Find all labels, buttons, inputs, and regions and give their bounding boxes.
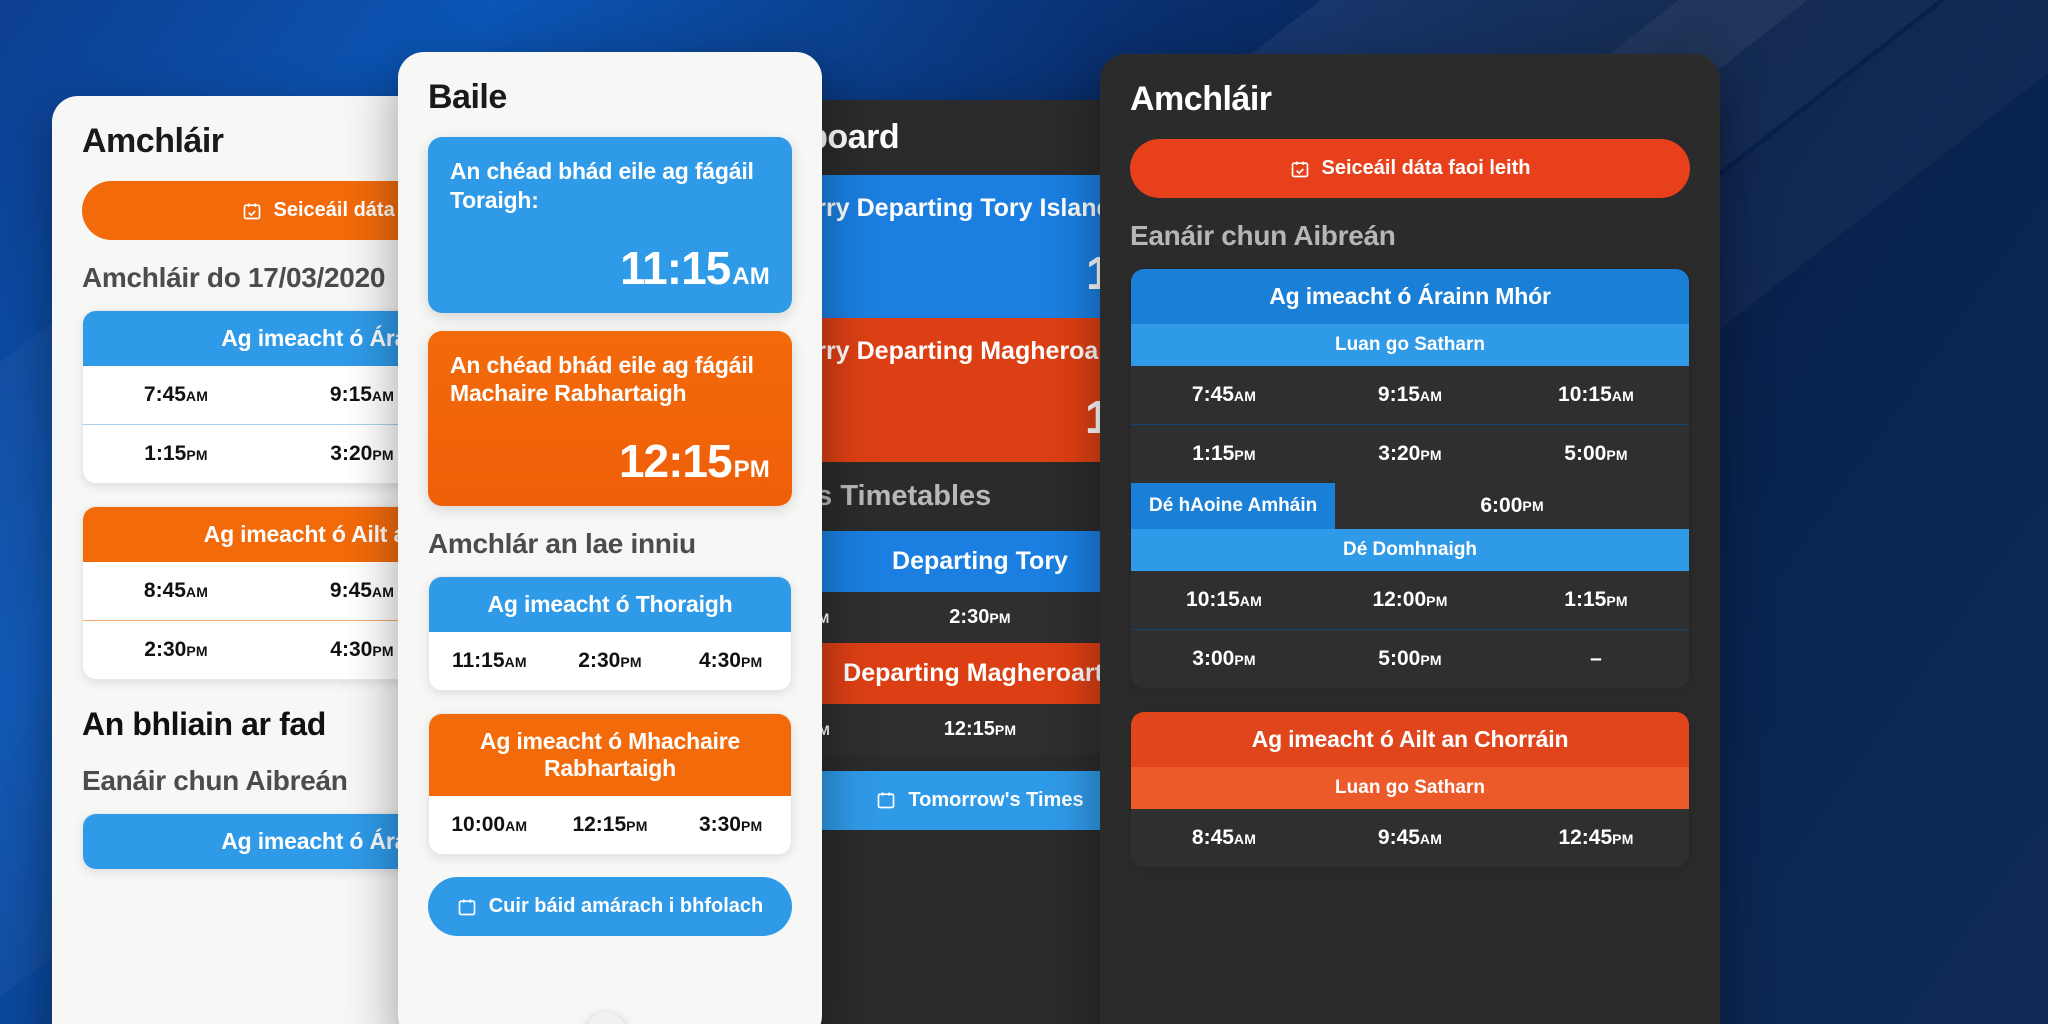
time-cell: 11:15AM bbox=[451, 649, 527, 672]
route-group: Ag imeacht ó Árainn Mhór Luan go Satharn… bbox=[1130, 268, 1690, 689]
time-cell: 2:30PM bbox=[949, 605, 1011, 628]
table-row: 7:45AM 9:15AM 10:15AM bbox=[1131, 366, 1689, 424]
time-cell: 2:30PM bbox=[144, 638, 208, 661]
route-group: Ag imeacht ó Ailt an Chorráin Luan go Sa… bbox=[1130, 711, 1690, 868]
time-cell: 3:00PM bbox=[1192, 647, 1256, 670]
time-cell: 12:15PM bbox=[572, 813, 648, 836]
time-cell: 10:15AM bbox=[1558, 383, 1634, 406]
friday-only-time: 6:00 PM bbox=[1335, 483, 1689, 529]
table-row: 3:00PM 5:00PM – bbox=[1131, 629, 1689, 688]
dark-timetable-card: Amchláir Seiceáil dáta faoi leith Eanáir… bbox=[1100, 54, 1720, 1024]
time-cell: 9:15AM bbox=[1377, 383, 1443, 406]
route-subheader-weekday: Luan go Satharn bbox=[1131, 324, 1689, 366]
next-boat-magheroarty-tile: An chéad bhád eile ag fágáil Machaire Ra… bbox=[428, 330, 792, 506]
time-cell: 7:45AM bbox=[143, 383, 209, 406]
dark-timetable-subtitle: Eanáir chun Aibreán bbox=[1130, 220, 1396, 251]
time-cell: 4:30PM bbox=[698, 649, 763, 672]
hide-tomorrow-boats-label: Cuir báid amárach i bhfolach bbox=[488, 895, 764, 917]
friday-only-label: Dé hAoine Amháin bbox=[1131, 483, 1336, 529]
route-group: Ag imeacht ó Thoraigh 11:15AM 2:30PM 4:3… bbox=[428, 576, 792, 691]
time-cell: 8:45AM bbox=[1191, 826, 1257, 849]
next-boat-magheroarty-label: An chéad bhád eile ag fágáil Machaire Ra… bbox=[450, 351, 754, 407]
calendar-check-icon bbox=[242, 201, 262, 221]
today-timetable-heading: Amchlár an lae inniu bbox=[428, 528, 696, 559]
table-row: 10:00AM 12:15PM 3:30PM bbox=[429, 796, 791, 854]
dark-page-title: Amchláir bbox=[1130, 80, 1272, 118]
dark-check-specific-date-button[interactable]: Seiceáil dáta faoi leith bbox=[1130, 139, 1690, 198]
time-cell: 5:00PM bbox=[1378, 647, 1442, 670]
route-subheader-sunday: Dé Domhnaigh bbox=[1131, 529, 1689, 571]
tomorrows-times-label: Tomorrow's Times bbox=[908, 788, 1084, 811]
time-cell: 7:45AM bbox=[1191, 383, 1257, 406]
time-cell: 12:00PM bbox=[1372, 588, 1448, 611]
time-cell: 2:30PM bbox=[578, 649, 642, 672]
time-cell: 9:45AM bbox=[1377, 826, 1443, 849]
table-row: 10:15AM 12:00PM 1:15PM bbox=[1131, 571, 1689, 629]
time-cell: 1:15PM bbox=[144, 442, 208, 465]
route-subheader-weekday: Luan go Satharn bbox=[1131, 767, 1689, 809]
time-cell: 12:45PM bbox=[1558, 826, 1634, 849]
time-cell: 1:15PM bbox=[1564, 588, 1628, 611]
route-header: Ag imeacht ó Mhachaire Rabhartaigh bbox=[429, 714, 791, 796]
next-boat-tory-label: An chéad bhád eile ag fágáil Toraigh: bbox=[450, 158, 754, 213]
next-boat-magheroarty-time: 12:15PM bbox=[618, 435, 770, 487]
time-cell: 3:20PM bbox=[1378, 442, 1442, 465]
time-cell: – bbox=[1590, 647, 1602, 670]
time-cell: 8:45AM bbox=[143, 579, 209, 602]
table-row-friday-only: Dé hAoine Amháin 6:00 PM bbox=[1131, 483, 1689, 529]
app-screenshot: Amchláir Seiceáil dáta faoi leith Amchlá… bbox=[0, 0, 2048, 1024]
time-cell: 10:00AM bbox=[451, 813, 528, 836]
calendar-check-icon bbox=[1290, 159, 1310, 179]
baile-card: Baile An chéad bhád eile ag fágáil Torai… bbox=[398, 52, 822, 1024]
baile-title: Baile bbox=[428, 78, 507, 116]
calendar-icon bbox=[876, 790, 896, 810]
time-cell: 5:00PM bbox=[1564, 442, 1628, 465]
hide-tomorrow-boats-button[interactable]: Cuir báid amárach i bhfolach bbox=[428, 877, 792, 936]
table-row: 8:45AM 9:45AM 12:45PM bbox=[1131, 809, 1689, 867]
table-row: 1:15PM 3:20PM 5:00PM bbox=[1131, 424, 1689, 483]
dark-check-specific-date-label: Seiceáil dáta faoi leith bbox=[1321, 157, 1531, 179]
time-cell: 1:15PM bbox=[1192, 442, 1256, 465]
calendar-icon bbox=[457, 897, 477, 917]
table-row: 11:15AM 2:30PM 4:30PM bbox=[429, 632, 791, 690]
time-cell: 3:30PM bbox=[698, 813, 763, 836]
route-header: Ag imeacht ó Árainn Mhór bbox=[1131, 269, 1689, 324]
route-group: Ag imeacht ó Mhachaire Rabhartaigh 10:00… bbox=[428, 713, 792, 855]
route-header: Ag imeacht ó Ailt an Chorráin bbox=[1131, 712, 1689, 767]
next-boat-tory-tile: An chéad bhád eile ag fágáil Toraigh: 11… bbox=[428, 137, 792, 313]
route-header: Ag imeacht ó Thoraigh bbox=[429, 577, 791, 632]
time-cell: 12:15PM bbox=[943, 717, 1017, 740]
next-boat-tory-time: 11:15AM bbox=[620, 241, 770, 294]
time-cell: 10:15AM bbox=[1186, 588, 1262, 611]
